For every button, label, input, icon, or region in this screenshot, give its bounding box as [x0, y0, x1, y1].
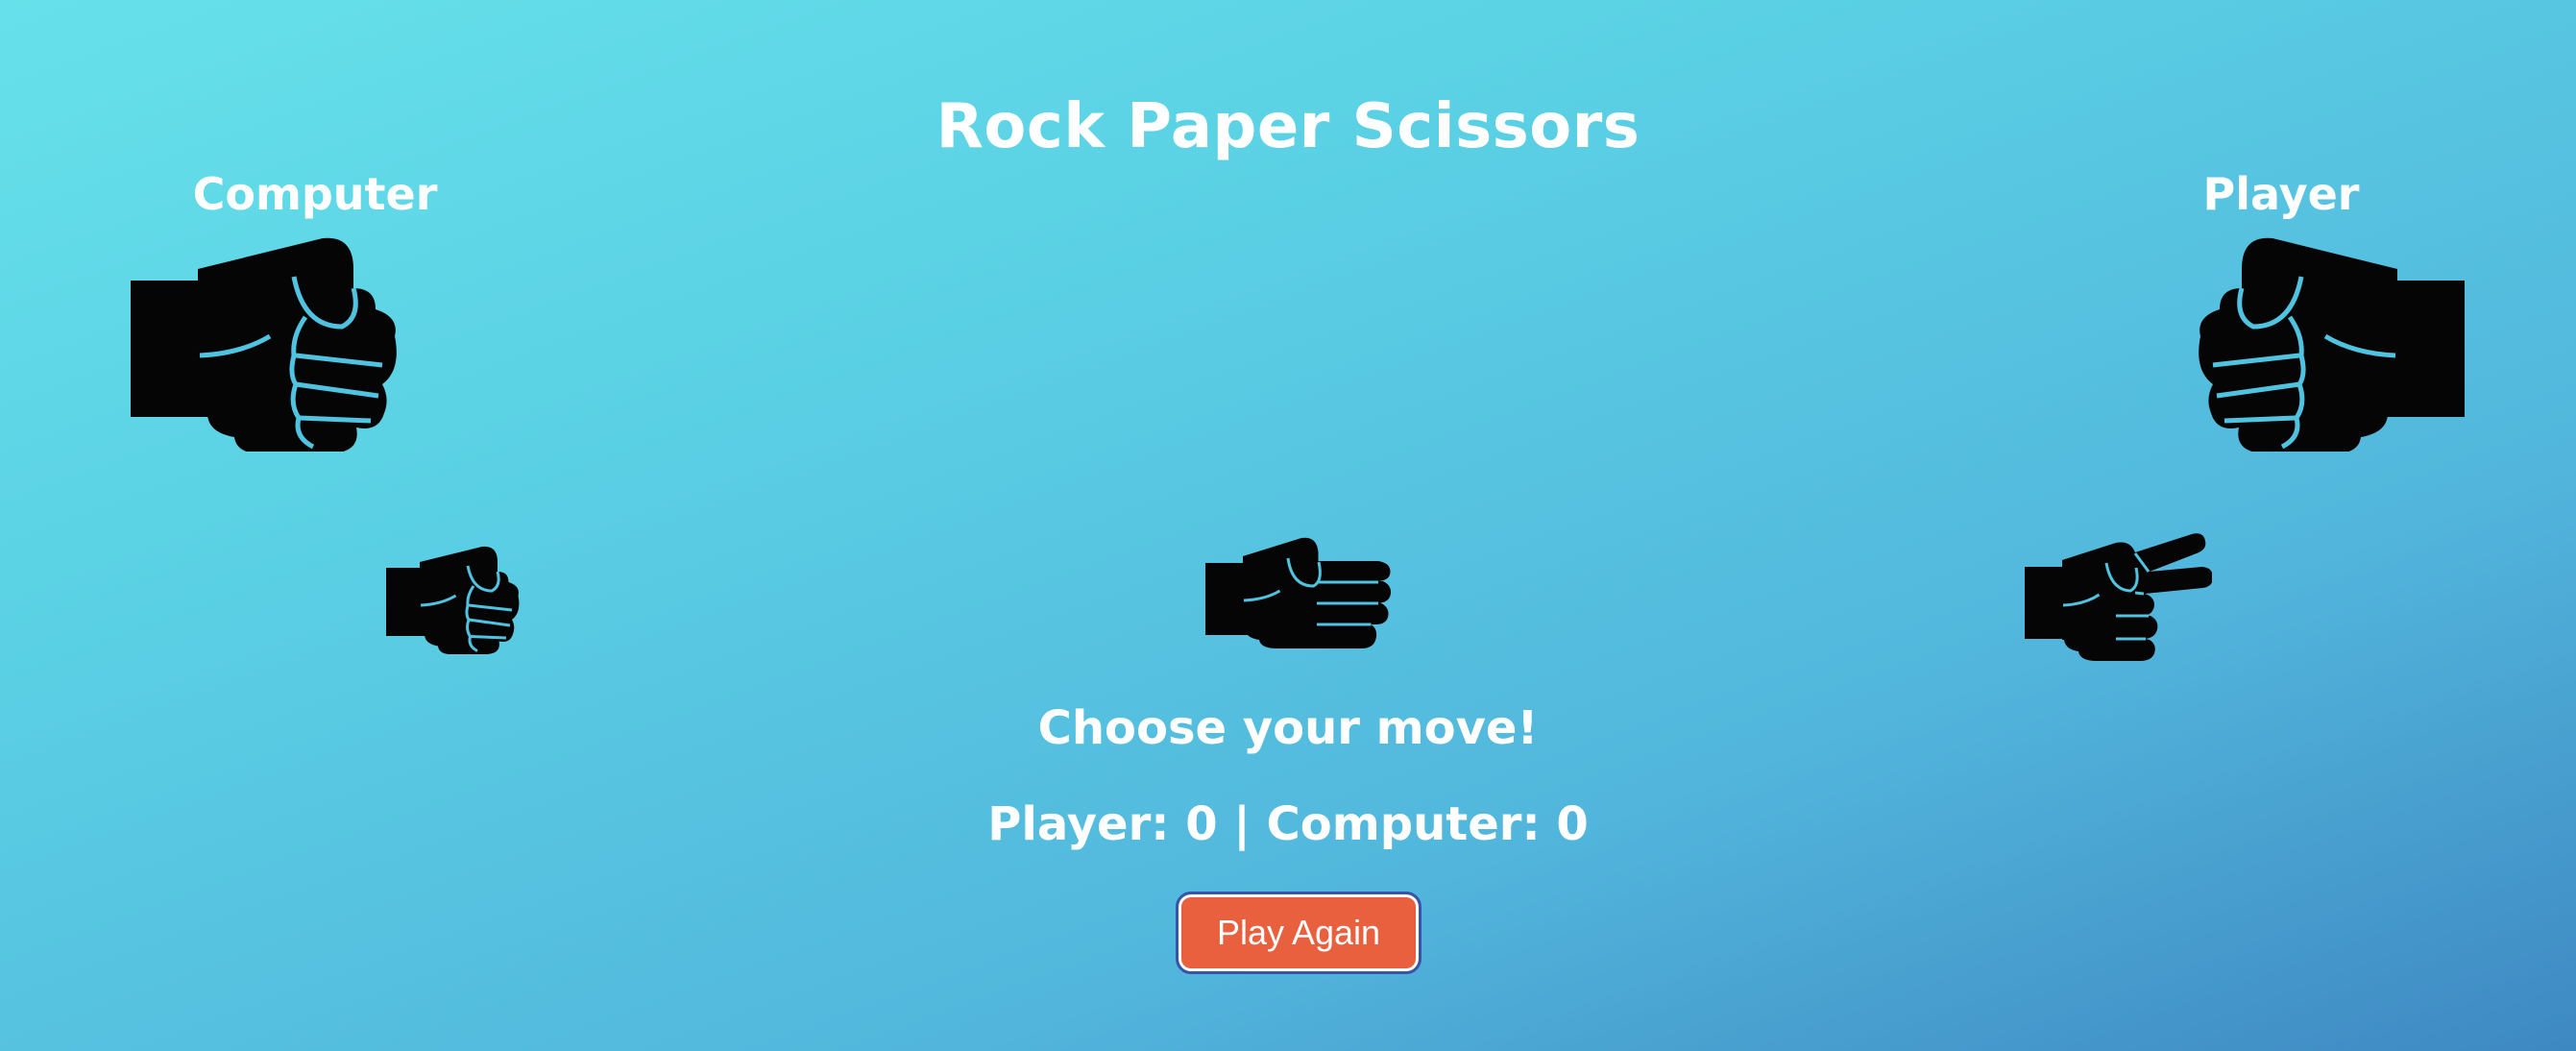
- computer-rock-fist-icon: [131, 237, 397, 452]
- game-message: Choose your move!: [1037, 701, 1539, 755]
- computer-label: Computer: [192, 168, 438, 220]
- scissors-choice-button[interactable]: [2025, 533, 2212, 668]
- page-title: Rock Paper Scissors: [936, 91, 1640, 162]
- paper-choice-button[interactable]: [1205, 533, 1393, 663]
- score-display: Player: 0 | Computer: 0: [987, 797, 1589, 851]
- paper-hand-icon: [1205, 537, 1391, 648]
- player-rock-fist-icon: [2199, 237, 2465, 452]
- player-label: Player: [2202, 168, 2360, 220]
- play-again-button[interactable]: Play Again: [1176, 892, 1422, 974]
- rock-choice-button[interactable]: [386, 533, 521, 663]
- scissors-hand-icon: [2025, 533, 2212, 661]
- rock-fist-icon: [386, 546, 520, 654]
